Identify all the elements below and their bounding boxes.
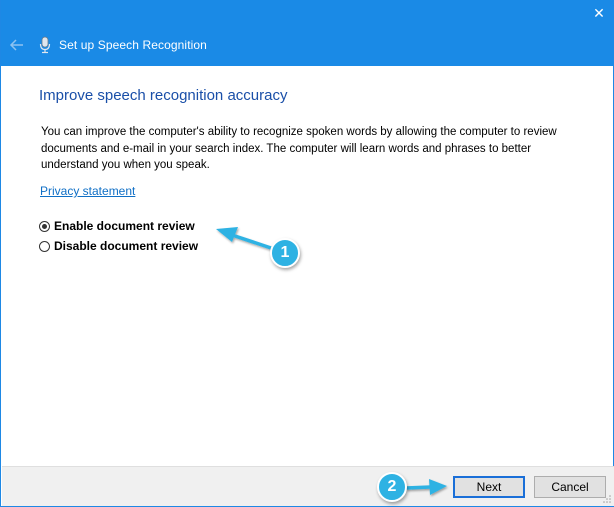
annotation-badge-1: 1	[270, 238, 300, 268]
button-footer: Next Cancel	[2, 466, 614, 506]
enable-document-review-radio[interactable]	[39, 220, 50, 232]
close-icon: ✕	[593, 5, 605, 21]
close-button[interactable]: ✕	[587, 2, 611, 24]
back-arrow-icon[interactable]	[7, 35, 27, 55]
disable-document-review-label: Disable document review	[54, 239, 199, 253]
next-button[interactable]: Next	[453, 476, 525, 498]
privacy-statement-link[interactable]: Privacy statement	[40, 184, 135, 198]
enable-document-review-label: Enable document review	[54, 219, 195, 233]
microphone-icon	[39, 36, 51, 54]
page-heading: Improve speech recognition accuracy	[39, 87, 288, 104]
annotation-badge-2: 2	[377, 472, 407, 502]
disable-document-review-radio[interactable]	[39, 240, 50, 252]
enable-document-review-option[interactable]: Enable document review	[39, 219, 195, 233]
title-bar: ✕ Set up Speech Recognition	[1, 0, 614, 66]
resize-grip-icon[interactable]	[602, 494, 612, 504]
window-title: Set up Speech Recognition	[59, 38, 207, 52]
disable-document-review-option[interactable]: Disable document review	[39, 239, 198, 253]
cancel-button[interactable]: Cancel	[534, 476, 606, 498]
description-text: You can improve the computer's ability t…	[41, 126, 557, 171]
speech-setup-window: ✕ Set up Speech Recognition Improve spee…	[0, 0, 614, 507]
